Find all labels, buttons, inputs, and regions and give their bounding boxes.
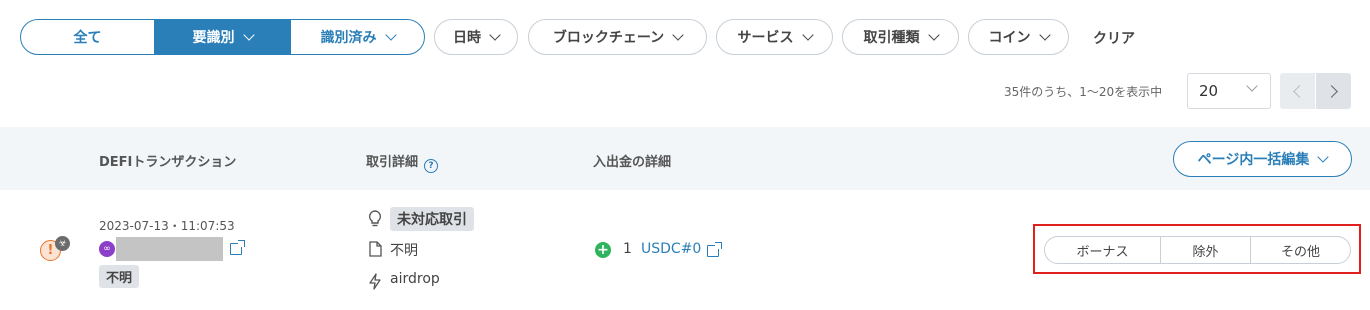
chevron-down-icon bbox=[1246, 80, 1258, 92]
segment-needs-identification-label: 要識別 bbox=[192, 30, 235, 46]
filter-trade-type[interactable]: 取引種類 bbox=[842, 19, 959, 55]
chevron-right-icon bbox=[1325, 84, 1338, 98]
identification-segment: 全て 要識別 識別済み bbox=[20, 19, 425, 55]
prev-page-button[interactable] bbox=[1280, 73, 1315, 109]
segment-identified-label: 識別済み bbox=[320, 30, 377, 46]
chevron-down-icon bbox=[242, 28, 255, 41]
biohazard-icon: ☣ bbox=[55, 236, 70, 251]
table-header: DEFIトランザクション 取引詳細? 入出金の詳細 bbox=[0, 127, 1370, 190]
identification-choices: ボーナス 除外 その他 bbox=[1044, 236, 1351, 264]
choice-bonus[interactable]: ボーナス bbox=[1045, 237, 1161, 263]
bulk-edit-label: ページ内一括編集 bbox=[1197, 152, 1310, 168]
filter-blockchain[interactable]: ブロックチェーン bbox=[528, 19, 707, 55]
chevron-down-icon bbox=[672, 28, 684, 41]
filter-coin[interactable]: コイン bbox=[968, 19, 1069, 55]
segment-needs-identification[interactable]: 要識別 bbox=[155, 20, 290, 54]
lightbulb-icon bbox=[367, 209, 383, 227]
document-icon bbox=[367, 240, 383, 258]
filter-trade-type-label: 取引種類 bbox=[863, 30, 920, 46]
chevron-down-icon bbox=[384, 28, 397, 41]
chevron-down-icon bbox=[927, 28, 940, 41]
detail-status-badge: 未対応取引 bbox=[390, 207, 474, 231]
per-page-value: 20 bbox=[1199, 82, 1219, 100]
filter-service[interactable]: サービス bbox=[716, 19, 833, 55]
external-link-icon[interactable] bbox=[230, 240, 245, 255]
chevron-left-icon bbox=[1293, 84, 1306, 98]
per-page-select[interactable]: 20 bbox=[1187, 73, 1271, 109]
flow-amount: 1 bbox=[623, 241, 632, 257]
chevron-down-icon bbox=[489, 28, 501, 41]
detail-document-label: 不明 bbox=[390, 243, 418, 259]
header-defi: DEFIトランザクション bbox=[99, 155, 237, 170]
next-page-button[interactable] bbox=[1316, 73, 1351, 109]
clear-filters-button[interactable]: クリア bbox=[1093, 28, 1135, 48]
chevron-down-icon bbox=[1317, 150, 1330, 163]
result-count: 35件のうち、1〜20を表示中 bbox=[1004, 85, 1163, 99]
header-flow: 入出金の詳細 bbox=[593, 155, 672, 170]
chain-link-icon: ∞ bbox=[99, 241, 115, 257]
plus-circle-icon: + bbox=[595, 242, 611, 258]
segment-all[interactable]: 全て bbox=[21, 20, 155, 54]
segment-all-label: 全て bbox=[73, 30, 102, 46]
filter-coin-label: コイン bbox=[988, 30, 1031, 46]
transaction-datetime: 2023-07-13・11:07:53 bbox=[99, 219, 235, 233]
filter-service-label: サービス bbox=[737, 30, 794, 46]
header-detail: 取引詳細? bbox=[366, 151, 439, 173]
header-detail-label: 取引詳細 bbox=[366, 155, 419, 170]
chevron-down-icon bbox=[801, 28, 814, 41]
filter-blockchain-label: ブロックチェーン bbox=[552, 30, 665, 46]
status-badge: 不明 bbox=[99, 265, 140, 288]
segment-identified[interactable]: 識別済み bbox=[290, 20, 424, 54]
redacted-address bbox=[116, 237, 223, 261]
lightning-icon bbox=[367, 272, 383, 290]
external-link-icon[interactable] bbox=[707, 242, 722, 257]
filter-datetime-label: 日時 bbox=[453, 30, 481, 46]
choice-exclude[interactable]: 除外 bbox=[1161, 237, 1251, 263]
help-icon[interactable]: ? bbox=[424, 159, 439, 173]
coin-link[interactable]: USDC#0 bbox=[641, 241, 701, 257]
detail-type-label: airdrop bbox=[390, 271, 440, 287]
choice-other[interactable]: その他 bbox=[1251, 237, 1350, 263]
chevron-down-icon bbox=[1038, 28, 1051, 41]
filter-datetime[interactable]: 日時 bbox=[434, 19, 518, 55]
bulk-edit-button[interactable]: ページ内一括編集 bbox=[1173, 141, 1352, 177]
